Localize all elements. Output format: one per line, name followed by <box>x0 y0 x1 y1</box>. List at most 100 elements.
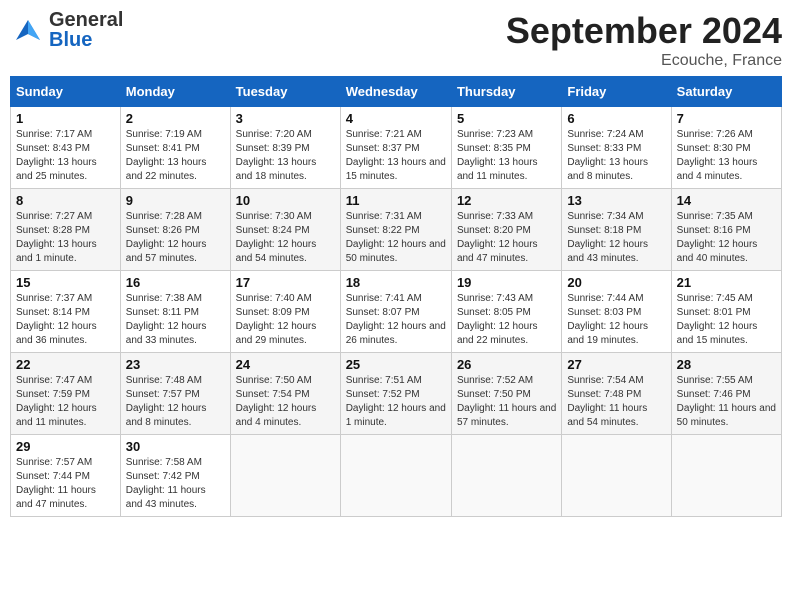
day-headers-row: Sunday Monday Tuesday Wednesday Thursday… <box>11 77 782 107</box>
table-row: 10Sunrise: 7:30 AM Sunset: 8:24 PM Dayli… <box>230 189 340 271</box>
calendar-week-row: 15 Sunrise: 7:37 AM Sunset: 8:14 PM Dayli… <box>11 271 782 353</box>
day-number: 20 <box>567 275 665 290</box>
day-number: 2 <box>126 111 225 126</box>
day-info: Sunrise: 7:55 AM Sunset: 7:46 PM Dayligh… <box>677 374 776 430</box>
page-header: General Blue September 2024 Ecouche, Fra… <box>10 10 782 70</box>
logo-blue: Blue <box>49 30 123 50</box>
table-row: 9Sunrise: 7:28 AM Sunset: 8:26 PM Daylig… <box>120 189 230 271</box>
logo-text: General Blue <box>49 10 123 50</box>
day-info: Sunrise: 7:37 AM Sunset: 8:14 PM Dayligh… <box>16 292 115 348</box>
table-row: 22 Sunrise: 7:47 AM Sunset: 7:59 PM Dayli… <box>11 353 121 435</box>
day-info: Sunrise: 7:34 AM Sunset: 8:18 PM Dayligh… <box>567 210 665 266</box>
calendar-week-row: 8Sunrise: 7:27 AM Sunset: 8:28 PM Daylig… <box>11 189 782 271</box>
day-info: Sunrise: 7:31 AM Sunset: 8:22 PM Dayligh… <box>346 210 446 266</box>
day-info: Sunrise: 7:20 AM Sunset: 8:39 PM Dayligh… <box>236 128 335 184</box>
table-row <box>340 435 451 517</box>
calendar-table: Sunday Monday Tuesday Wednesday Thursday… <box>10 76 782 517</box>
day-info: Sunrise: 7:48 AM Sunset: 7:57 PM Dayligh… <box>126 374 225 430</box>
table-row: 13 Sunrise: 7:34 AM Sunset: 8:18 PM Dayli… <box>562 189 671 271</box>
title-block: September 2024 Ecouche, France <box>506 10 782 70</box>
table-row: 28 Sunrise: 7:55 AM Sunset: 7:46 PM Dayli… <box>671 353 781 435</box>
month-title: September 2024 <box>506 10 782 52</box>
day-info: Sunrise: 7:41 AM Sunset: 8:07 PM Dayligh… <box>346 292 446 348</box>
table-row: 24 Sunrise: 7:50 AM Sunset: 7:54 PM Dayli… <box>230 353 340 435</box>
day-number: 7 <box>677 111 776 126</box>
table-row: 20 Sunrise: 7:44 AM Sunset: 8:03 PM Dayli… <box>562 271 671 353</box>
day-info: Sunrise: 7:33 AM Sunset: 8:20 PM Dayligh… <box>457 210 556 266</box>
day-info: Sunrise: 7:51 AM Sunset: 7:52 PM Dayligh… <box>346 374 446 430</box>
day-info: Sunrise: 7:17 AM Sunset: 8:43 PM Dayligh… <box>16 128 115 184</box>
table-row: 5Sunrise: 7:23 AM Sunset: 8:35 PM Daylig… <box>451 107 561 189</box>
table-row: 23 Sunrise: 7:48 AM Sunset: 7:57 PM Dayli… <box>120 353 230 435</box>
day-number: 3 <box>236 111 335 126</box>
day-number: 16 <box>126 275 225 290</box>
table-row: 11 Sunrise: 7:31 AM Sunset: 8:22 PM Dayli… <box>340 189 451 271</box>
day-number: 9 <box>126 193 225 208</box>
col-saturday: Saturday <box>671 77 781 107</box>
col-thursday: Thursday <box>451 77 561 107</box>
day-info: Sunrise: 7:21 AM Sunset: 8:37 PM Dayligh… <box>346 128 446 184</box>
table-row: 6 Sunrise: 7:24 AM Sunset: 8:33 PM Daylig… <box>562 107 671 189</box>
day-info: Sunrise: 7:50 AM Sunset: 7:54 PM Dayligh… <box>236 374 335 430</box>
day-number: 30 <box>126 439 225 454</box>
day-info: Sunrise: 7:45 AM Sunset: 8:01 PM Dayligh… <box>677 292 776 348</box>
day-info: Sunrise: 7:23 AM Sunset: 8:35 PM Dayligh… <box>457 128 556 184</box>
table-row: 4 Sunrise: 7:21 AM Sunset: 8:37 PM Daylig… <box>340 107 451 189</box>
day-number: 26 <box>457 357 556 372</box>
table-row: 8Sunrise: 7:27 AM Sunset: 8:28 PM Daylig… <box>11 189 121 271</box>
table-row: 30 Sunrise: 7:58 AM Sunset: 7:42 PM Dayli… <box>120 435 230 517</box>
table-row: 29Sunrise: 7:57 AM Sunset: 7:44 PM Dayli… <box>11 435 121 517</box>
table-row: 19 Sunrise: 7:43 AM Sunset: 8:05 PM Dayli… <box>451 271 561 353</box>
day-info: Sunrise: 7:47 AM Sunset: 7:59 PM Dayligh… <box>16 374 115 430</box>
table-row: 7Sunrise: 7:26 AM Sunset: 8:30 PM Daylig… <box>671 107 781 189</box>
calendar-week-row: 22 Sunrise: 7:47 AM Sunset: 7:59 PM Dayli… <box>11 353 782 435</box>
day-number: 11 <box>346 193 446 208</box>
day-number: 21 <box>677 275 776 290</box>
day-info: Sunrise: 7:27 AM Sunset: 8:28 PM Dayligh… <box>16 210 115 266</box>
table-row: 17Sunrise: 7:40 AM Sunset: 8:09 PM Dayli… <box>230 271 340 353</box>
day-number: 24 <box>236 357 335 372</box>
day-number: 12 <box>457 193 556 208</box>
day-number: 17 <box>236 275 335 290</box>
day-info: Sunrise: 7:24 AM Sunset: 8:33 PM Dayligh… <box>567 128 665 184</box>
day-number: 27 <box>567 357 665 372</box>
day-number: 28 <box>677 357 776 372</box>
col-friday: Friday <box>562 77 671 107</box>
day-number: 29 <box>16 439 115 454</box>
table-row: 21 Sunrise: 7:45 AM Sunset: 8:01 PM Dayli… <box>671 271 781 353</box>
day-info: Sunrise: 7:43 AM Sunset: 8:05 PM Dayligh… <box>457 292 556 348</box>
table-row: 15 Sunrise: 7:37 AM Sunset: 8:14 PM Dayli… <box>11 271 121 353</box>
table-row: 26 Sunrise: 7:52 AM Sunset: 7:50 PM Dayli… <box>451 353 561 435</box>
day-number: 22 <box>16 357 115 372</box>
day-number: 15 <box>16 275 115 290</box>
day-info: Sunrise: 7:44 AM Sunset: 8:03 PM Dayligh… <box>567 292 665 348</box>
table-row: 2Sunrise: 7:19 AM Sunset: 8:41 PM Daylig… <box>120 107 230 189</box>
day-number: 6 <box>567 111 665 126</box>
col-wednesday: Wednesday <box>340 77 451 107</box>
day-info: Sunrise: 7:38 AM Sunset: 8:11 PM Dayligh… <box>126 292 225 348</box>
day-number: 19 <box>457 275 556 290</box>
day-info: Sunrise: 7:52 AM Sunset: 7:50 PM Dayligh… <box>457 374 556 430</box>
table-row: 1 Sunrise: 7:17 AM Sunset: 8:43 PM Daylig… <box>11 107 121 189</box>
logo-general: General <box>49 10 123 30</box>
day-number: 10 <box>236 193 335 208</box>
calendar-week-row: 29Sunrise: 7:57 AM Sunset: 7:44 PM Dayli… <box>11 435 782 517</box>
table-row: 27 Sunrise: 7:54 AM Sunset: 7:48 PM Dayli… <box>562 353 671 435</box>
day-number: 23 <box>126 357 225 372</box>
day-info: Sunrise: 7:58 AM Sunset: 7:42 PM Dayligh… <box>126 456 225 512</box>
table-row: 18 Sunrise: 7:41 AM Sunset: 8:07 PM Dayli… <box>340 271 451 353</box>
day-number: 1 <box>16 111 115 126</box>
table-row <box>451 435 561 517</box>
logo: General Blue <box>10 10 123 50</box>
table-row: 12 Sunrise: 7:33 AM Sunset: 8:20 PM Dayli… <box>451 189 561 271</box>
day-number: 13 <box>567 193 665 208</box>
day-number: 14 <box>677 193 776 208</box>
logo-bird-icon <box>10 12 46 48</box>
day-number: 25 <box>346 357 446 372</box>
col-tuesday: Tuesday <box>230 77 340 107</box>
day-number: 18 <box>346 275 446 290</box>
day-info: Sunrise: 7:54 AM Sunset: 7:48 PM Dayligh… <box>567 374 665 430</box>
day-info: Sunrise: 7:35 AM Sunset: 8:16 PM Dayligh… <box>677 210 776 266</box>
table-row <box>230 435 340 517</box>
day-number: 4 <box>346 111 446 126</box>
